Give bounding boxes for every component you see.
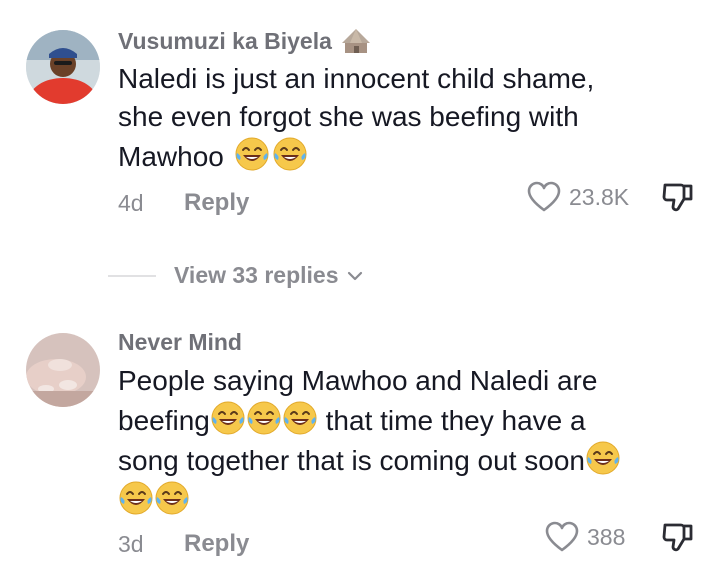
comment-body: People saying Mawhoo and Naledi are beef… (118, 362, 678, 520)
like-button[interactable]: 388 (545, 521, 625, 553)
laughing-emoji (272, 136, 308, 172)
avatar[interactable] (26, 333, 100, 407)
view-replies-label: View 33 replies (174, 262, 339, 288)
like-count: 388 (587, 523, 626, 550)
laughing-emoji (118, 480, 154, 516)
comment-line: she even forgot she was beefing with (118, 101, 579, 132)
like-button[interactable]: 23.8K (527, 181, 629, 213)
username[interactable]: Never Mind (118, 329, 242, 356)
reply-button[interactable]: Reply (184, 189, 249, 217)
laughing-emoji (210, 400, 246, 436)
timestamp: 4d (118, 190, 144, 216)
laughing-emoji (585, 440, 621, 476)
comment-line-with-emoji: Mawhoo (118, 136, 678, 176)
thumbs-down-icon (662, 523, 693, 552)
avatar-image (26, 333, 100, 407)
reply-button[interactable]: Reply (184, 530, 249, 558)
avatar[interactable] (26, 30, 100, 104)
laughing-emoji (246, 400, 282, 436)
username-text: Vusumuzi ka Biyela (118, 27, 332, 54)
username-text: Never Mind (118, 329, 242, 355)
laughing-emoji (154, 480, 190, 516)
comment-line-with-emoji: song together that is coming out soon (118, 440, 678, 480)
comment-line: that time they have a (317, 405, 586, 436)
comment-line: song together that is coming out soon (118, 445, 585, 476)
heart-icon (527, 181, 561, 212)
hut-icon (341, 29, 370, 53)
dislike-button[interactable] (661, 181, 695, 220)
comment-line: Naledi is just an innocent child shame, (118, 63, 595, 94)
comment-body: Naledi is just an innocent child shame, … (118, 60, 678, 176)
username[interactable]: Vusumuzi ka Biyela (118, 27, 372, 55)
avatar-image (26, 30, 100, 104)
laughing-emoji (234, 136, 270, 172)
comment-line: People saying Mawhoo and Naledi are (118, 365, 598, 396)
chevron-down-icon (347, 271, 362, 280)
dislike-button[interactable] (661, 521, 695, 560)
emoji-line (118, 480, 678, 520)
heart-icon (545, 521, 579, 552)
comment-line: Mawhoo (118, 141, 224, 172)
thumbs-down-icon (662, 183, 693, 212)
like-count: 23.8K (569, 183, 630, 210)
comment-line-with-emoji: beefing that time they have a (118, 400, 678, 440)
divider-line (108, 274, 156, 277)
comment-line: beefing (118, 405, 210, 436)
laughing-emoji (282, 400, 318, 436)
view-replies-button[interactable]: View 33 replies (108, 262, 363, 289)
timestamp: 3d (118, 531, 144, 557)
